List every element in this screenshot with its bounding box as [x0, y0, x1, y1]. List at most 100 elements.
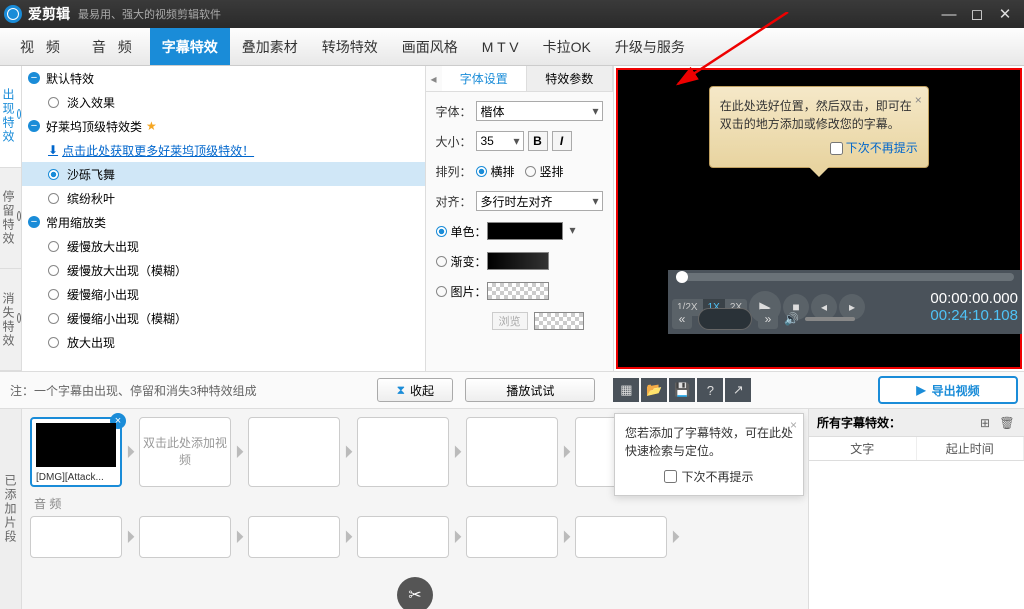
tab-subtitle-fx[interactable]: 字幕特效 — [150, 28, 230, 65]
volume-slider[interactable] — [805, 317, 855, 321]
bold-button[interactable]: B — [528, 131, 548, 151]
collapse-icon: − — [28, 120, 40, 132]
size-select[interactable]: 35 — [476, 131, 524, 151]
panel-title: 所有字幕特效： — [817, 414, 972, 431]
tab-fx-params[interactable]: 特效参数 — [527, 66, 613, 91]
volume-icon[interactable]: 🔊 — [784, 312, 799, 326]
tab-karaoke[interactable]: 卡拉OK — [531, 28, 603, 65]
picture-preview — [534, 312, 584, 330]
maximize-button[interactable]: ◻ — [970, 7, 984, 21]
color-swatch[interactable] — [487, 222, 563, 240]
arrow-icon: ⏵ — [235, 527, 244, 548]
audio-slot[interactable] — [139, 516, 231, 558]
italic-button[interactable]: I — [552, 131, 572, 151]
collapse-button[interactable]: ⧗收起 — [377, 378, 453, 402]
prev-button[interactable]: « — [672, 309, 692, 329]
star-icon: ★ — [146, 119, 157, 133]
empty-clip-slot[interactable] — [248, 417, 340, 487]
tab-video[interactable]: 视 频 — [6, 28, 78, 65]
browse-button[interactable]: 浏览 — [492, 312, 528, 330]
arrow-icon: ⏵ — [126, 442, 135, 463]
jog-wheel[interactable] — [698, 308, 752, 330]
fx-group-default[interactable]: −默认特效 — [22, 66, 425, 90]
tab-style[interactable]: 画面风格 — [390, 28, 470, 65]
close-button[interactable]: ✕ — [998, 7, 1012, 21]
radio-solid-color[interactable] — [436, 226, 447, 237]
fx-zoom-in[interactable]: 缓慢放大出现 — [22, 234, 425, 258]
preview-tooltip: × 在此处选好位置，然后双击，即可在双击的地方添加或修改您的字幕。 下次不再提示 — [709, 86, 929, 168]
settings-icon[interactable]: ⊞ — [976, 414, 994, 432]
export-icon: ▶ — [916, 383, 925, 397]
radio-horizontal[interactable] — [476, 166, 487, 177]
tooltip-close-icon[interactable]: × — [915, 91, 922, 109]
audio-slot[interactable] — [575, 516, 667, 558]
effect-list[interactable]: −默认特效 淡入效果 −好莱坞顶级特效类★ ⬇点击此处获取更多好莱坞顶级特效！ … — [22, 66, 426, 371]
app-logo-icon — [4, 5, 22, 23]
fx-get-more-link[interactable]: ⬇点击此处获取更多好莱坞顶级特效！ — [22, 138, 425, 162]
empty-clip-slot[interactable] — [466, 417, 558, 487]
help-icon[interactable]: ? — [697, 378, 723, 402]
radio-gradient[interactable] — [436, 256, 447, 267]
fx-autumn-leaves[interactable]: 缤纷秋叶 — [22, 186, 425, 210]
timecode: 00:00:00.000 00:24:10.108 — [930, 290, 1018, 324]
minimize-button[interactable]: — — [942, 7, 956, 21]
empty-clip-slot[interactable] — [357, 417, 449, 487]
tab-upgrade[interactable]: 升级与服务 — [603, 28, 697, 65]
tab-transition[interactable]: 转场特效 — [310, 28, 390, 65]
download-icon: ⬇ — [48, 143, 58, 157]
play-test-button[interactable]: 播放试试 — [465, 378, 595, 402]
audio-slot[interactable] — [248, 516, 340, 558]
cat-appear[interactable]: 出现特效 — [0, 66, 21, 168]
delete-icon[interactable]: 🗑 — [998, 414, 1016, 432]
next-button[interactable]: » — [758, 309, 778, 329]
share-icon[interactable]: ↗ — [725, 378, 751, 402]
save-icon[interactable]: 💾 — [669, 378, 695, 402]
tab-audio[interactable]: 音 频 — [78, 28, 150, 65]
timeline-area: × [DMG][Attack... ⏵ 双击此处添加视频 ⏵ ⏵ ⏵ ⏵ 音 频… — [22, 409, 808, 609]
added-clips-label: 已添加片段 — [0, 409, 22, 609]
audio-slot[interactable] — [466, 516, 558, 558]
tab-font-settings[interactable]: 字体设置 — [442, 66, 528, 91]
font-select[interactable]: 楷体 — [476, 101, 603, 121]
tooltip-dont-show[interactable]: 下次不再提示 — [625, 468, 793, 485]
export-button[interactable]: ▶导出视频 — [878, 376, 1018, 404]
radio-vertical[interactable] — [525, 166, 536, 177]
add-video-slot[interactable]: 双击此处添加视频 — [139, 417, 231, 487]
prev-tab-icon[interactable]: ◂ — [426, 66, 442, 91]
audio-slot[interactable] — [30, 516, 122, 558]
arrow-icon: ⏵ — [562, 527, 571, 548]
gradient-swatch[interactable] — [487, 252, 549, 270]
fx-enlarge[interactable]: 放大出现 — [22, 330, 425, 354]
radio-picture[interactable] — [436, 286, 447, 297]
subtitle-list-panel: 所有字幕特效： ⊞ 🗑 文字 起止时间 — [808, 409, 1024, 609]
audio-track: ⏵ ⏵ ⏵ ⏵ ⏵ ⏵ — [30, 516, 800, 558]
tab-overlay[interactable]: 叠加素材 — [230, 28, 310, 65]
scissors-button[interactable]: ✂ — [397, 577, 433, 609]
fx-group-zoom[interactable]: −常用缩放类 — [22, 210, 425, 234]
audio-slot[interactable] — [357, 516, 449, 558]
tooltip-close-icon[interactable]: × — [790, 418, 797, 432]
fx-group-hollywood[interactable]: −好莱坞顶级特效类★ — [22, 114, 425, 138]
cat-disappear[interactable]: 消失特效 — [0, 269, 21, 371]
arrow-icon: ⏵ — [235, 442, 244, 463]
new-icon[interactable]: ▦ — [613, 378, 639, 402]
arrow-icon: ⏵ — [453, 527, 462, 548]
tooltip-dont-show[interactable]: 下次不再提示 — [720, 139, 918, 157]
video-clip-1[interactable]: × [DMG][Attack... — [30, 417, 122, 487]
seek-bar[interactable] — [676, 273, 1014, 281]
fx-zoom-out-blur[interactable]: 缓慢缩小出现（模糊） — [22, 306, 425, 330]
arrow-icon: ⏵ — [453, 442, 462, 463]
align-select[interactable]: 多行时左对齐 — [476, 191, 603, 211]
collapse-icon: − — [28, 216, 40, 228]
open-icon[interactable]: 📂 — [641, 378, 667, 402]
fx-zoom-in-blur[interactable]: 缓慢放大出现（模糊） — [22, 258, 425, 282]
arrow-icon: ⏵ — [344, 527, 353, 548]
cat-stay[interactable]: 停留特效 — [0, 168, 21, 270]
main-tab-bar: 视 频 音 频 字幕特效 叠加素材 转场特效 画面风格 M T V 卡拉OK 升… — [0, 28, 1024, 66]
fx-sand-fly[interactable]: 沙砾飞舞 — [22, 162, 425, 186]
fx-fade-in[interactable]: 淡入效果 — [22, 90, 425, 114]
tab-mtv[interactable]: M T V — [470, 28, 531, 65]
subtitle-search-tooltip: × 您若添加了字幕特效，可在此处快速检索与定位。 下次不再提示 — [614, 413, 804, 496]
arrow-icon: ⏵ — [126, 527, 135, 548]
fx-zoom-out[interactable]: 缓慢缩小出现 — [22, 282, 425, 306]
